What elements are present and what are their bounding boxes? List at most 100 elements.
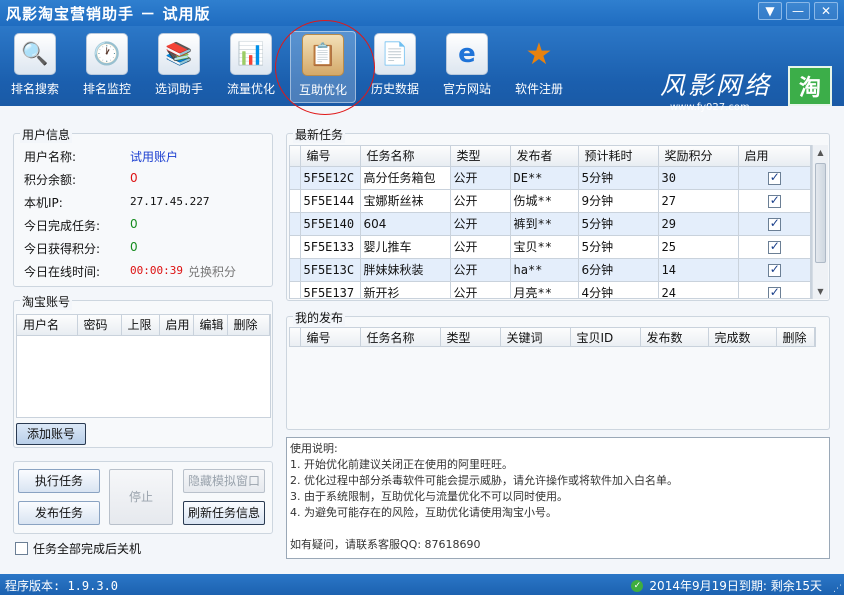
task-enabled-cell[interactable]: [738, 212, 811, 236]
task-id[interactable]: 5F5E12C: [300, 166, 361, 190]
task-enabled-cell[interactable]: [738, 166, 811, 190]
task-enabled-checkbox[interactable]: [767, 239, 781, 254]
resize-grip-icon[interactable]: ⋰: [833, 584, 842, 594]
col-password[interactable]: 密码: [77, 315, 122, 336]
toolbar-official-site[interactable]: e 官方网站: [434, 31, 500, 103]
task-type[interactable]: 公开: [450, 189, 511, 213]
refresh-task-info-button[interactable]: 刷新任务信息: [183, 501, 265, 525]
col-id[interactable]: 编号: [300, 328, 361, 346]
task-id[interactable]: 5F5E144: [300, 189, 361, 213]
task-type[interactable]: 公开: [450, 166, 511, 190]
task-points[interactable]: 25: [658, 235, 739, 259]
shutdown-option[interactable]: 任务全部完成后关机: [15, 540, 141, 557]
task-id[interactable]: 5F5E13C: [300, 258, 361, 282]
task-name[interactable]: 604: [360, 212, 451, 236]
task-row[interactable]: 5F5E144 宝娜斯丝袜 公开 伤城** 9分钟 27: [290, 189, 811, 213]
task-publisher[interactable]: 月亮**: [510, 281, 579, 298]
stop-button[interactable]: 停止: [109, 469, 173, 525]
task-id[interactable]: 5F5E133: [300, 235, 361, 259]
task-name[interactable]: 婴儿推车: [360, 235, 451, 259]
task-row[interactable]: 5F5E13C 胖妹妹秋装 公开 ha** 6分钟 14: [290, 258, 811, 282]
task-name[interactable]: 胖妹妹秋装: [360, 258, 451, 282]
task-row[interactable]: 5F5E12C 高分任务箱包 公开 DE** 5分钟 30: [290, 166, 811, 190]
col-type[interactable]: 类型: [450, 146, 511, 167]
task-time[interactable]: 9分钟: [578, 189, 659, 213]
task-enabled-checkbox[interactable]: [767, 262, 781, 277]
toolbar-software-register[interactable]: ★ 软件注册: [506, 31, 572, 103]
col-delete[interactable]: 删除: [776, 328, 815, 346]
task-row[interactable]: 5F5E140 604 公开 裤到** 5分钟 29: [290, 212, 811, 236]
task-publisher[interactable]: 宝贝**: [510, 235, 579, 259]
task-points[interactable]: 27: [658, 189, 739, 213]
task-points[interactable]: 14: [658, 258, 739, 282]
col-estimated-time[interactable]: 预计耗时: [578, 146, 659, 167]
scroll-down-arrow-icon[interactable]: ▼: [813, 284, 828, 299]
scrollbar-thumb[interactable]: [815, 163, 826, 263]
task-row[interactable]: 5F5E137 新开衫 公开 月亮** 4分钟 24: [290, 281, 811, 298]
task-type[interactable]: 公开: [450, 212, 511, 236]
close-button[interactable]: ✕: [814, 2, 838, 20]
taobao-logo[interactable]: 淘: [788, 66, 832, 106]
task-type[interactable]: 公开: [450, 235, 511, 259]
task-enabled-checkbox[interactable]: [767, 193, 781, 208]
task-points[interactable]: 30: [658, 166, 739, 190]
col-enabled[interactable]: 启用: [159, 315, 194, 336]
col-task-name[interactable]: 任务名称: [360, 328, 441, 346]
col-id[interactable]: 编号: [300, 146, 361, 167]
task-time[interactable]: 5分钟: [578, 166, 659, 190]
col-reward-points[interactable]: 奖励积分: [658, 146, 739, 167]
task-publisher[interactable]: 伤城**: [510, 189, 579, 213]
shutdown-checkbox[interactable]: [15, 542, 28, 555]
col-delete[interactable]: 删除: [227, 315, 270, 336]
task-time[interactable]: 5分钟: [578, 212, 659, 236]
task-enabled-cell[interactable]: [738, 235, 811, 259]
task-time[interactable]: 6分钟: [578, 258, 659, 282]
col-edit[interactable]: 编辑: [193, 315, 228, 336]
publish-task-button[interactable]: 发布任务: [18, 501, 100, 525]
task-time[interactable]: 5分钟: [578, 235, 659, 259]
task-enabled-checkbox[interactable]: [767, 170, 781, 185]
col-complete-count[interactable]: 完成数: [708, 328, 777, 346]
clock-icon: 🕐: [86, 33, 128, 75]
task-enabled-checkbox[interactable]: [767, 285, 781, 298]
col-enabled[interactable]: 启用: [738, 146, 811, 167]
task-type[interactable]: 公开: [450, 258, 511, 282]
task-enabled-cell[interactable]: [738, 189, 811, 213]
add-account-button[interactable]: 添加账号: [16, 423, 86, 445]
col-username[interactable]: 用户名: [17, 315, 78, 336]
task-id[interactable]: 5F5E140: [300, 212, 361, 236]
toolbar-rank-search[interactable]: 🔍 排名搜索: [2, 31, 68, 103]
task-name[interactable]: 高分任务箱包: [360, 166, 451, 190]
exchange-points-link[interactable]: 兑换积分: [188, 263, 236, 280]
col-task-name[interactable]: 任务名称: [360, 146, 451, 167]
task-name[interactable]: 新开衫: [360, 281, 451, 298]
toolbar-rank-monitor[interactable]: 🕐 排名监控: [74, 31, 140, 103]
col-publisher[interactable]: 发布者: [510, 146, 579, 167]
scroll-up-arrow-icon[interactable]: ▲: [813, 145, 828, 160]
task-id[interactable]: 5F5E137: [300, 281, 361, 298]
task-type[interactable]: 公开: [450, 281, 511, 298]
usage-notes-textarea[interactable]: 使用说明: 1. 开始优化前建议关闭正在使用的阿里旺旺。 2. 优化过程中部分杀…: [286, 437, 830, 559]
dropdown-menu-button[interactable]: ▼: [758, 2, 782, 20]
col-keyword[interactable]: 关键词: [500, 328, 571, 346]
task-publisher[interactable]: DE**: [510, 166, 579, 190]
task-enabled-cell[interactable]: [738, 258, 811, 282]
task-name[interactable]: 宝娜斯丝袜: [360, 189, 451, 213]
latest-tasks-scrollbar[interactable]: ▲ ▼: [812, 145, 828, 299]
minimize-button[interactable]: —: [786, 2, 810, 20]
task-enabled-cell[interactable]: [738, 281, 811, 298]
execute-task-button[interactable]: 执行任务: [18, 469, 100, 493]
task-publisher[interactable]: 裤到**: [510, 212, 579, 236]
col-type[interactable]: 类型: [440, 328, 501, 346]
toolbar-keyword-helper[interactable]: 📚 选词助手: [146, 31, 212, 103]
task-publisher[interactable]: ha**: [510, 258, 579, 282]
col-limit[interactable]: 上限: [121, 315, 160, 336]
task-time[interactable]: 4分钟: [578, 281, 659, 298]
task-enabled-checkbox[interactable]: [767, 216, 781, 231]
task-row[interactable]: 5F5E133 婴儿推车 公开 宝贝** 5分钟 25: [290, 235, 811, 259]
task-points[interactable]: 24: [658, 281, 739, 298]
col-publish-count[interactable]: 发布数: [640, 328, 709, 346]
task-points[interactable]: 29: [658, 212, 739, 236]
hide-simulation-window-button[interactable]: 隐藏模拟窗口: [183, 469, 265, 493]
col-item-id[interactable]: 宝贝ID: [570, 328, 641, 346]
